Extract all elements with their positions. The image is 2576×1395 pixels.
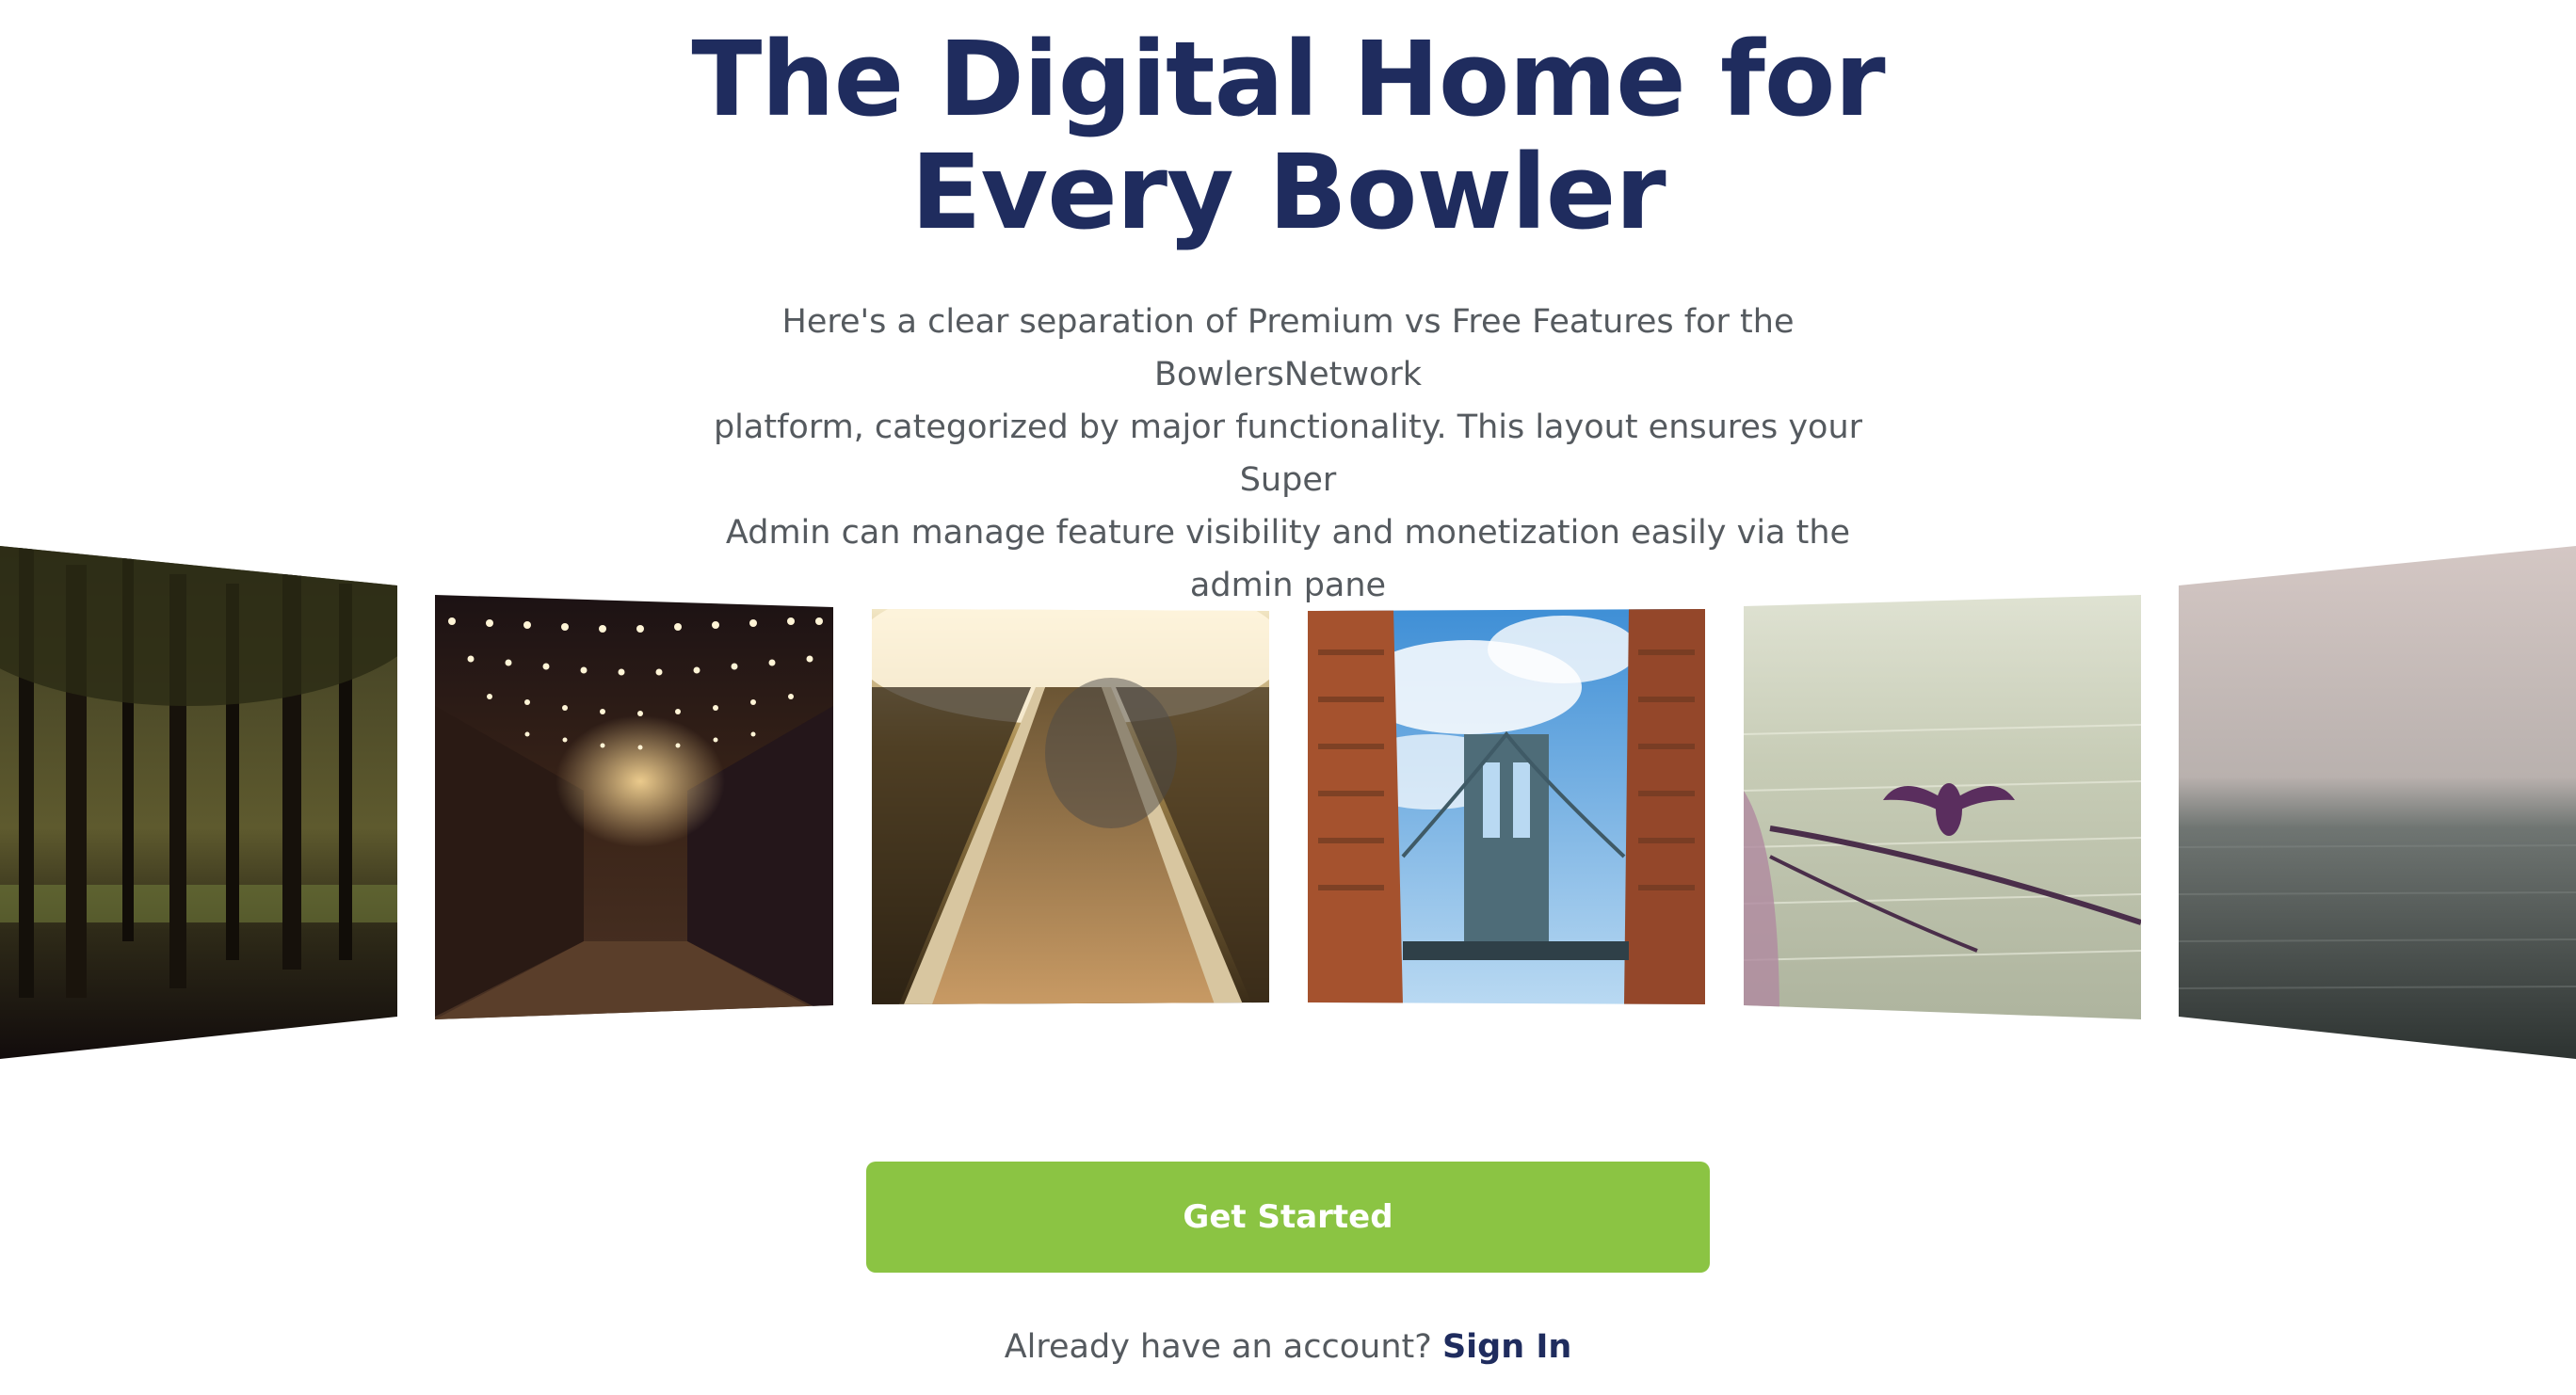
image-carousel[interactable] [0, 546, 2576, 1073]
carousel-image-bird[interactable] [1744, 595, 2141, 1019]
sign-in-link[interactable]: Sign In [1442, 1328, 1571, 1366]
carousel-image-street-lights[interactable] [435, 595, 833, 1019]
hero-title: The Digital Home for Every Bowler [0, 23, 2576, 249]
hero-title-line-2: Every Bowler [910, 132, 1666, 252]
get-started-button[interactable]: Get Started [866, 1162, 1710, 1273]
hero-subtitle-line-1: Here's a clear separation of Premium vs … [781, 303, 1795, 393]
hero-title-line-1: The Digital Home for [691, 19, 1885, 139]
hero-subtitle-line-2: platform, categorized by major functiona… [713, 409, 1863, 499]
carousel-image-bridge[interactable] [1308, 609, 1705, 1004]
carousel-image-trees[interactable] [0, 546, 433, 1059]
carousel-image-misty-sea[interactable] [2179, 546, 2576, 1059]
signin-prompt-text: Already have an account? [1004, 1328, 1432, 1366]
carousel-image-escalator[interactable] [854, 574, 1287, 1004]
signin-prompt: Already have an account? Sign In [0, 1323, 2576, 1371]
